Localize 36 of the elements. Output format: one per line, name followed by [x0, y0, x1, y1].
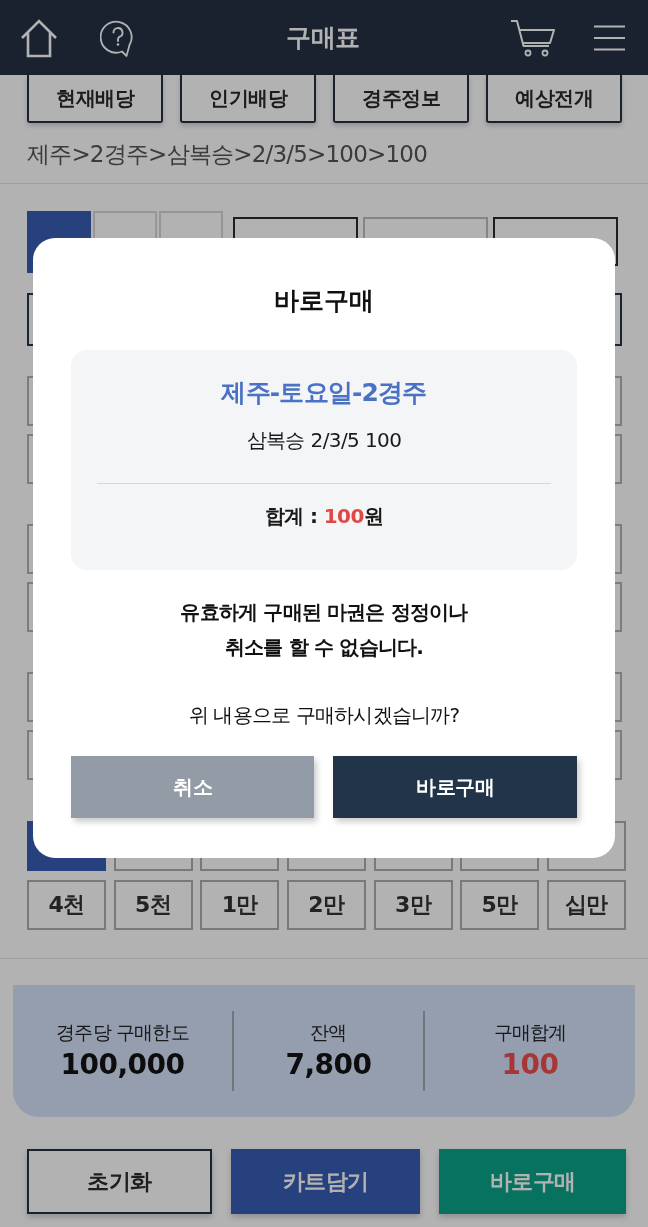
amount-button[interactable]: 5천	[113, 880, 193, 930]
amount-button[interactable]: 3만	[373, 880, 453, 930]
help-button[interactable]	[100, 18, 136, 57]
info-tab-button[interactable]: 인기배당	[180, 75, 316, 123]
help-icon	[100, 18, 136, 57]
summary-value: 7,800	[285, 1047, 372, 1083]
warning-text: 유효하게 구매된 마권은 정정이나 취소를 할 수 없습니다.	[179, 599, 469, 661]
amount-button[interactable]: 5만	[460, 880, 540, 930]
menu-button[interactable]	[594, 24, 625, 51]
cart-button[interactable]	[510, 18, 556, 57]
summary-label: 경주당 구매한도	[56, 1020, 189, 1045]
menu-icon	[594, 24, 625, 51]
amount-button[interactable]: 4천	[27, 880, 107, 930]
info-tab-button[interactable]: 예상전개	[486, 75, 622, 123]
home-button[interactable]	[20, 17, 58, 58]
info-tab-button[interactable]: 경주정보	[333, 75, 469, 123]
amount-button[interactable]: 십만	[546, 880, 626, 930]
breadcrumb-text: 제주>2경주>삼복승>2/3/5>100>100	[27, 140, 428, 169]
confirm-button[interactable]: 바로구매	[333, 756, 577, 818]
amount-button[interactable]: 2만	[286, 880, 367, 930]
reset-button[interactable]: 초기화	[27, 1149, 212, 1214]
race-title: 제주-토요일-2경주	[220, 378, 428, 408]
amount-button[interactable]: 1만	[200, 880, 280, 930]
summary-value: 100,000	[60, 1047, 185, 1083]
home-icon	[20, 17, 58, 58]
summary-value: 100	[501, 1047, 559, 1083]
bet-detail: 삼복승 2/3/5 100	[245, 427, 403, 454]
confirm-question: 위 내용으로 구매하시겠습니까?	[187, 702, 461, 729]
dialog-title: 바로구매	[273, 285, 375, 317]
summary-label: 잔액	[310, 1020, 347, 1045]
add-to-cart-button[interactable]: 카트담기	[231, 1149, 420, 1214]
cart-icon	[510, 18, 556, 57]
page-title: 구매표	[285, 22, 361, 54]
total-amount: 합계 : 100원	[264, 503, 384, 530]
summary-label: 구매합계	[493, 1020, 567, 1045]
info-tab-button[interactable]: 현재배당	[27, 75, 163, 123]
